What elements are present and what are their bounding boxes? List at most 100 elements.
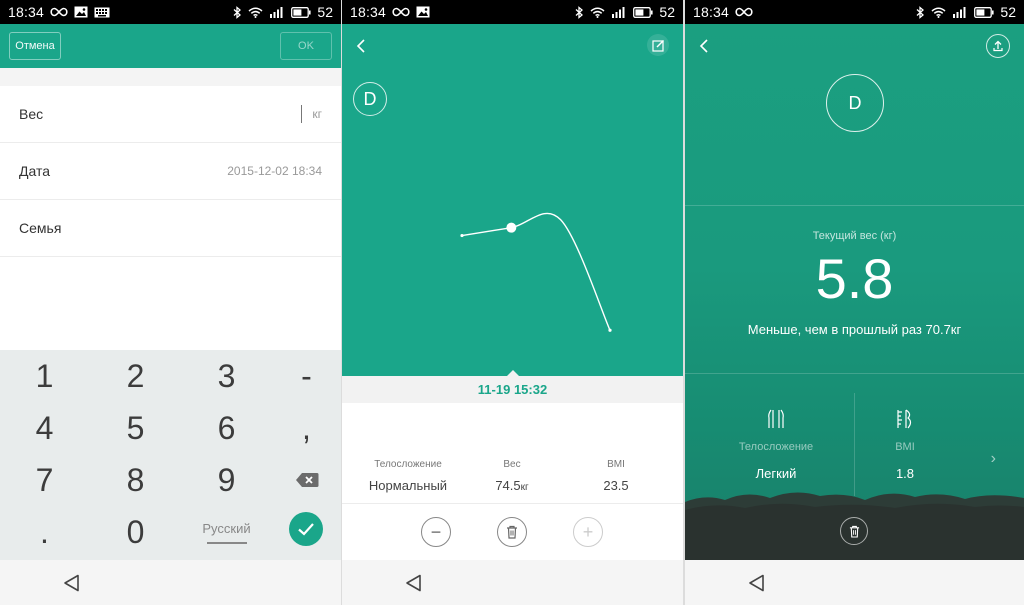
- language-underline: [206, 541, 247, 544]
- next-record-button[interactable]: +: [573, 517, 603, 547]
- delete-button[interactable]: [840, 517, 868, 545]
- avatar[interactable]: D: [826, 74, 884, 132]
- metric-bmi[interactable]: BMI 1.8: [865, 408, 945, 481]
- key-8[interactable]: 8: [93, 454, 178, 506]
- wifi-icon: [248, 7, 263, 18]
- metric-label: Телосложение: [738, 441, 814, 453]
- date-value[interactable]: 2015-12-02 18:34: [227, 164, 322, 178]
- battery-level: 52: [659, 4, 675, 20]
- previous-record-button[interactable]: −: [421, 517, 451, 547]
- stat-value: 23.5: [603, 478, 629, 493]
- stat-body-type: Телосложение Нормальный: [353, 459, 463, 493]
- status-time: 18:34: [8, 4, 45, 20]
- divider-line: [685, 373, 1024, 374]
- key-backspace[interactable]: [264, 454, 341, 506]
- section-gap: [0, 68, 341, 86]
- current-weight-value: 5.8: [815, 247, 894, 310]
- stat-bmi: BMI 23.5: [561, 459, 671, 493]
- action-header: Отмена OK: [0, 24, 341, 68]
- image-icon: [416, 6, 430, 18]
- key-3[interactable]: 3: [184, 350, 269, 402]
- current-weight-label: Текущий вес (кг): [812, 230, 897, 242]
- metric-body-type[interactable]: Телосложение Легкий: [727, 408, 825, 481]
- trash-icon: [507, 525, 517, 539]
- back-arrow-icon[interactable]: [695, 36, 715, 56]
- weight-comparison-text: Меньше, чем в прошлый раз 70.7кг: [747, 322, 962, 337]
- key-5[interactable]: 5: [93, 402, 178, 454]
- key-comma[interactable]: ,: [264, 402, 341, 454]
- bluetooth-icon: [916, 5, 925, 19]
- weight-field-row[interactable]: Вес кг: [0, 86, 341, 143]
- key-2[interactable]: 2: [93, 350, 178, 402]
- stat-value: 74.5кг: [457, 478, 567, 493]
- weight-result-screen: 18:34 52 D Текущий вес (кг) 5.8 Меньше, …: [685, 0, 1024, 605]
- key-7[interactable]: 7: [2, 454, 87, 506]
- weight-trend-chart[interactable]: [342, 24, 683, 376]
- selected-date: 11-19 15:32: [342, 376, 683, 403]
- bluetooth-icon: [575, 5, 584, 19]
- form-blank-area: [0, 258, 341, 350]
- key-1[interactable]: 1: [2, 350, 87, 402]
- metric-label: BMI: [895, 441, 915, 453]
- stat-value: Нормальный: [368, 478, 448, 493]
- infinity-icon: [392, 7, 410, 17]
- language-switch-key[interactable]: Русский: [184, 506, 269, 558]
- family-field-row[interactable]: Семья: [0, 200, 341, 257]
- battery-level: 52: [1000, 4, 1016, 20]
- add-weight-screen: 18:34 52 Отмена OK Вес кг Дата 2015-12-0…: [0, 0, 341, 605]
- stat-label: Телосложение: [374, 459, 442, 470]
- status-time: 18:34: [693, 4, 730, 20]
- data-point[interactable]: [460, 233, 464, 238]
- metric-value: Легкий: [755, 466, 797, 481]
- infinity-icon: [735, 7, 753, 17]
- key-6[interactable]: 6: [184, 402, 269, 454]
- stats-panel: Телосложение Нормальный Вес 74.5кг BMI 2…: [342, 403, 683, 503]
- key-4[interactable]: 4: [2, 402, 87, 454]
- image-icon: [74, 6, 88, 18]
- weight-number: 74.5: [495, 478, 521, 493]
- language-label: Русский: [202, 520, 251, 536]
- bluetooth-icon: [233, 5, 242, 19]
- battery-icon: [974, 6, 995, 18]
- numeric-keypad: 1 2 3 - 4 5 6 , 7 8 9 . 0 Русский: [0, 350, 341, 560]
- navigation-bar: [342, 560, 683, 605]
- battery-level: 52: [317, 4, 333, 20]
- weight-trend-line: [461, 212, 611, 331]
- key-dot[interactable]: .: [2, 506, 87, 558]
- checkmark-icon: [298, 523, 314, 536]
- data-point[interactable]: [608, 328, 612, 332]
- back-triangle-icon[interactable]: [404, 573, 424, 593]
- record-actions: − +: [342, 503, 683, 560]
- back-triangle-icon[interactable]: [747, 573, 767, 593]
- battery-icon: [291, 6, 312, 18]
- confirm-key[interactable]: [289, 512, 323, 546]
- metric-value: 1.8: [895, 466, 915, 481]
- weight-input[interactable]: кг: [301, 105, 322, 123]
- key-minus[interactable]: -: [264, 350, 341, 402]
- cancel-button[interactable]: Отмена: [9, 32, 61, 60]
- body-shape-icon: [768, 409, 784, 428]
- back-triangle-icon[interactable]: [62, 573, 82, 593]
- screenshot-collage: 18:34 52 Отмена OK Вес кг Дата 2015-12-0…: [0, 0, 1024, 605]
- wifi-icon: [590, 7, 605, 18]
- ok-button[interactable]: OK: [280, 32, 332, 60]
- upload-icon: [993, 40, 1003, 52]
- delete-record-button[interactable]: [497, 517, 527, 547]
- selected-data-point[interactable]: [506, 222, 517, 233]
- weight-unit: кг: [312, 107, 322, 121]
- date-field-row[interactable]: Дата 2015-12-02 18:34: [0, 143, 341, 200]
- text-cursor: [301, 105, 303, 123]
- stat-weight: Вес 74.5кг: [457, 459, 567, 493]
- infinity-icon: [50, 7, 68, 17]
- share-button[interactable]: [986, 34, 1010, 58]
- key-0[interactable]: 0: [93, 506, 178, 558]
- divider-line: [685, 205, 1024, 206]
- stat-label: Вес: [503, 459, 521, 470]
- key-9[interactable]: 9: [184, 454, 269, 506]
- weight-unit: кг: [520, 482, 529, 493]
- navigation-bar: [0, 560, 341, 605]
- signal-icon: [270, 7, 283, 18]
- weight-label: Вес: [19, 106, 44, 122]
- family-label: Семья: [19, 220, 62, 236]
- chevron-right-icon[interactable]: ›: [991, 450, 996, 468]
